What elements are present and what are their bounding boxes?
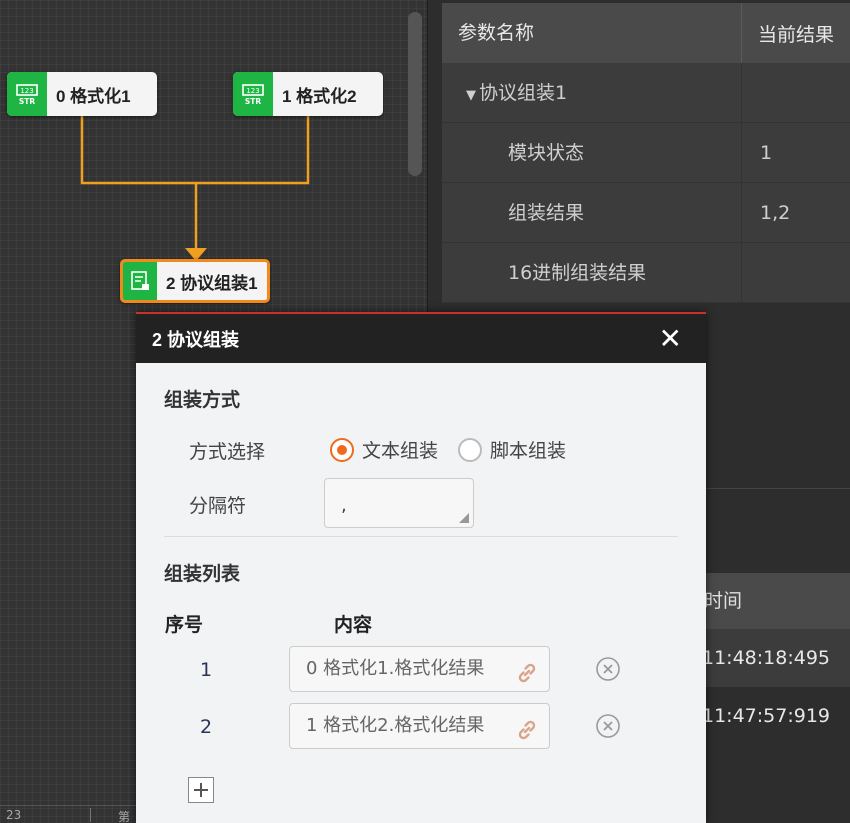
flow-node-label: 2 协议组装1 (166, 273, 258, 293)
delete-item-icon[interactable] (595, 656, 621, 682)
param-name: 模块状态 (442, 122, 742, 183)
flow-node-format-2[interactable]: 123 STR 1 格式化2 (233, 72, 383, 116)
list-item-content: 0 格式化1.格式化结果 (306, 658, 485, 679)
list-item-content-field[interactable]: 1 格式化2.格式化结果 (289, 703, 550, 749)
param-name: ▼ 协议组装1 (442, 62, 742, 123)
separator-input[interactable]: , (324, 478, 474, 528)
svg-text:123: 123 (246, 87, 259, 95)
radio-script-assemble[interactable]: 脚本组装 (458, 436, 566, 463)
format-str-icon: 123 STR (7, 72, 47, 116)
param-value: 1 (760, 141, 773, 164)
link-icon[interactable] (515, 715, 539, 748)
dialog-titlebar[interactable]: 2 协议组装 ✕ (136, 314, 706, 363)
param-row: 组装结果 1,2 (442, 182, 850, 243)
radio-checked-icon (330, 437, 354, 462)
list-item-index: 2 (200, 716, 213, 738)
section-divider (164, 536, 678, 537)
format-str-icon: 123 STR (233, 72, 273, 116)
flow-node-label: 1 格式化2 (282, 86, 357, 106)
delete-item-icon[interactable] (595, 713, 621, 739)
add-item-button[interactable] (188, 777, 214, 803)
radio-text-assemble[interactable]: 文本组装 (330, 436, 438, 463)
svg-text:STR: STR (19, 97, 36, 106)
radio-label: 文本组装 (362, 440, 439, 462)
canvas-scrollbar[interactable] (408, 12, 422, 176)
list-item-content-field[interactable]: 0 格式化1.格式化结果 (289, 646, 550, 692)
param-table-header: 参数名称 当前结果 (442, 3, 850, 63)
resize-grip-icon[interactable] (459, 513, 469, 523)
close-icon[interactable]: ✕ (659, 324, 682, 353)
col-head-content: 内容 (334, 614, 373, 636)
param-row: 16进制组装结果 (442, 242, 850, 303)
param-row-group[interactable]: ▼ 协议组装1 (442, 62, 850, 123)
section-title-list: 组装列表 (164, 563, 241, 585)
radio-unchecked-icon (458, 437, 482, 462)
param-row: 模块状态 1 (442, 122, 850, 183)
param-value: 1,2 (760, 201, 791, 224)
protocol-assemble-dialog: 2 协议组装 ✕ 组装方式 方式选择 文本组装 脚本组装 分隔符 , 组装列表 … (136, 312, 706, 823)
param-table: 参数名称 当前结果 ▼ 协议组装1 模块状态 1 组装结果 1,2 16进制组装结… (442, 3, 850, 303)
protocol-assemble-icon (123, 262, 157, 300)
col-head-index: 序号 (165, 614, 204, 636)
flow-node-format-1[interactable]: 123 STR 0 格式化1 (7, 72, 157, 116)
param-name: 16进制组装结果 (442, 242, 742, 303)
status-text: 第 (118, 810, 131, 823)
separator-value: , (341, 495, 347, 516)
dialog-title: 2 协议组装 (152, 329, 240, 350)
method-label: 方式选择 (189, 441, 266, 463)
status-divider (90, 808, 91, 822)
flow-connectors (80, 116, 310, 261)
flow-node-protocol-assemble[interactable]: 2 协议组装1 (120, 259, 270, 303)
param-name: 组装结果 (442, 182, 742, 243)
chevron-down-icon[interactable]: ▼ (466, 88, 476, 103)
link-icon[interactable] (515, 658, 539, 691)
header-current-result: 当前结果 (758, 23, 835, 46)
section-title-method: 组装方式 (164, 389, 241, 411)
list-item-content: 1 格式化2.格式化结果 (306, 715, 485, 736)
list-item-index: 1 (200, 659, 213, 681)
svg-text:123: 123 (20, 87, 33, 95)
status-text: 23 (6, 808, 22, 822)
separator-label: 分隔符 (189, 495, 247, 517)
svg-text:STR: STR (245, 97, 262, 106)
radio-label: 脚本组装 (490, 440, 567, 462)
header-param-name: 参数名称 (442, 3, 742, 63)
flow-node-label: 0 格式化1 (56, 86, 131, 106)
